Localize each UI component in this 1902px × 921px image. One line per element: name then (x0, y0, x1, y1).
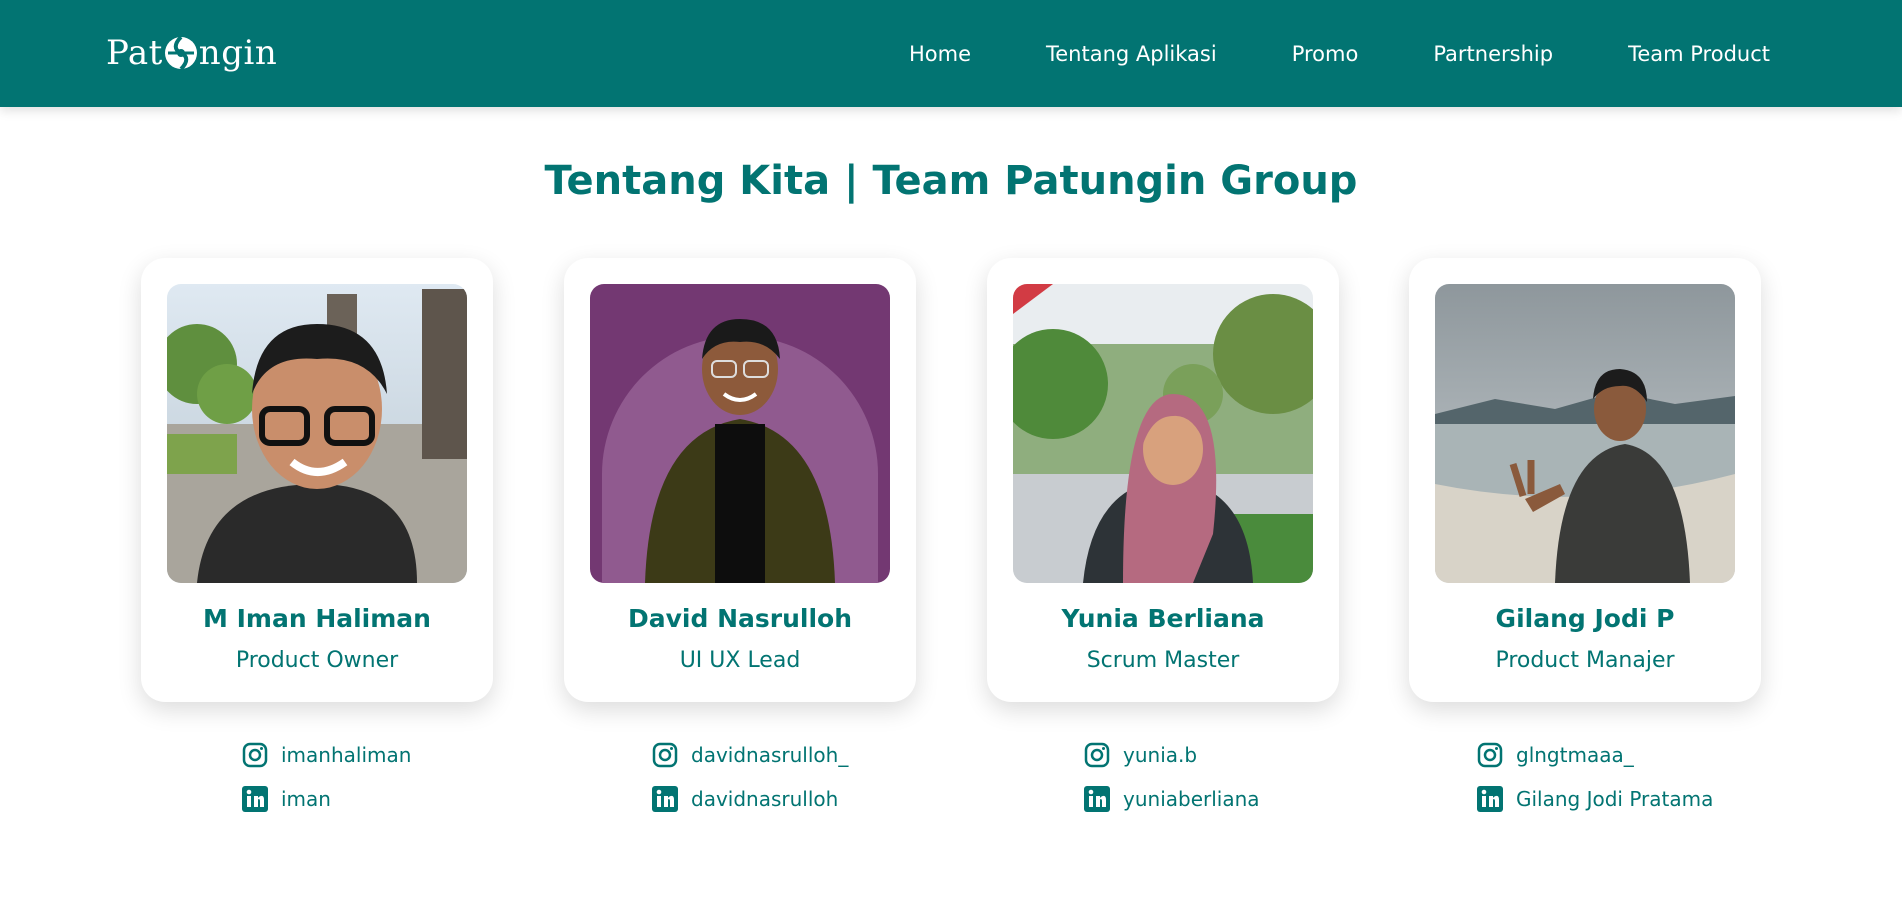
instagram-link[interactable]: glngtmaaa_ (1476, 740, 1713, 770)
member-name: Yunia Berliana (1061, 604, 1265, 633)
member-socials: imanhaliman iman (241, 740, 411, 828)
linkedin-link[interactable]: iman (241, 784, 411, 814)
linkedin-icon (242, 786, 268, 812)
main-nav: Home Tentang Aplikasi Promo Partnership … (909, 0, 1770, 107)
instagram-handle: imanhaliman (281, 743, 412, 767)
linkedin-link[interactable]: yuniaberliana (1083, 784, 1260, 814)
member-role: Scrum Master (1086, 648, 1240, 673)
linkedin-icon (1477, 786, 1503, 812)
patungin-logo[interactable]: Pat ngin (106, 22, 277, 84)
instagram-icon (1477, 742, 1503, 768)
team-card: M Iman Haliman Product Owner (141, 258, 493, 702)
member-name: Gilang Jodi P (1495, 604, 1675, 633)
linkedin-handle: yuniaberliana (1123, 787, 1260, 811)
navbar: Pat ngin Home Tentang Aplikasi Promo Par… (0, 0, 1902, 107)
instagram-icon (652, 742, 678, 768)
instagram-handle: glngtmaaa_ (1516, 743, 1634, 767)
linkedin-icon (1084, 786, 1110, 812)
linkedin-handle: davidnasrulloh (691, 787, 839, 811)
instagram-handle: yunia.b (1123, 743, 1198, 767)
nav-team-product[interactable]: Team Product (1628, 42, 1770, 66)
team-card: Yunia Berliana Scrum Master (987, 258, 1339, 702)
linkedin-link[interactable]: davidnasrulloh (651, 784, 848, 814)
instagram-link[interactable]: davidnasrulloh_ (651, 740, 848, 770)
member-name: David Nasrulloh (628, 604, 852, 633)
team-card: Gilang Jodi P Product Manajer (1409, 258, 1761, 702)
linkedin-handle: Gilang Jodi Pratama (1516, 787, 1714, 811)
page-title: Tentang Kita | Team Patungin Group (544, 158, 1358, 204)
logo-text-right: ngin (198, 33, 278, 73)
nav-partnership[interactable]: Partnership (1433, 42, 1553, 66)
member-role: Product Manajer (1495, 648, 1675, 673)
member-role: UI UX Lead (679, 648, 801, 673)
instagram-icon (1084, 742, 1110, 768)
member-name: M Iman Haliman (203, 604, 431, 633)
nav-promo[interactable]: Promo (1292, 42, 1359, 66)
team-card: David Nasrulloh UI UX Lead (564, 258, 916, 702)
member-socials: davidnasrulloh_ davidnasrulloh (651, 740, 848, 828)
member-photo (590, 284, 890, 583)
member-socials: yunia.b yuniaberliana (1083, 740, 1260, 828)
logo-mark-icon (164, 22, 198, 84)
member-photo (167, 284, 467, 583)
instagram-link[interactable]: yunia.b (1083, 740, 1260, 770)
member-role: Product Owner (235, 648, 399, 673)
nav-home[interactable]: Home (909, 42, 971, 66)
linkedin-icon (652, 786, 678, 812)
member-photo (1013, 284, 1313, 583)
logo-text-left: Pat (106, 33, 163, 73)
nav-tentang-aplikasi[interactable]: Tentang Aplikasi (1046, 42, 1217, 66)
instagram-handle: davidnasrulloh_ (691, 743, 849, 767)
linkedin-handle: iman (281, 787, 331, 811)
linkedin-link[interactable]: Gilang Jodi Pratama (1476, 784, 1713, 814)
member-photo (1435, 284, 1735, 583)
instagram-link[interactable]: imanhaliman (241, 740, 411, 770)
member-socials: glngtmaaa_ Gilang Jodi Pratama (1476, 740, 1713, 828)
instagram-icon (242, 742, 268, 768)
